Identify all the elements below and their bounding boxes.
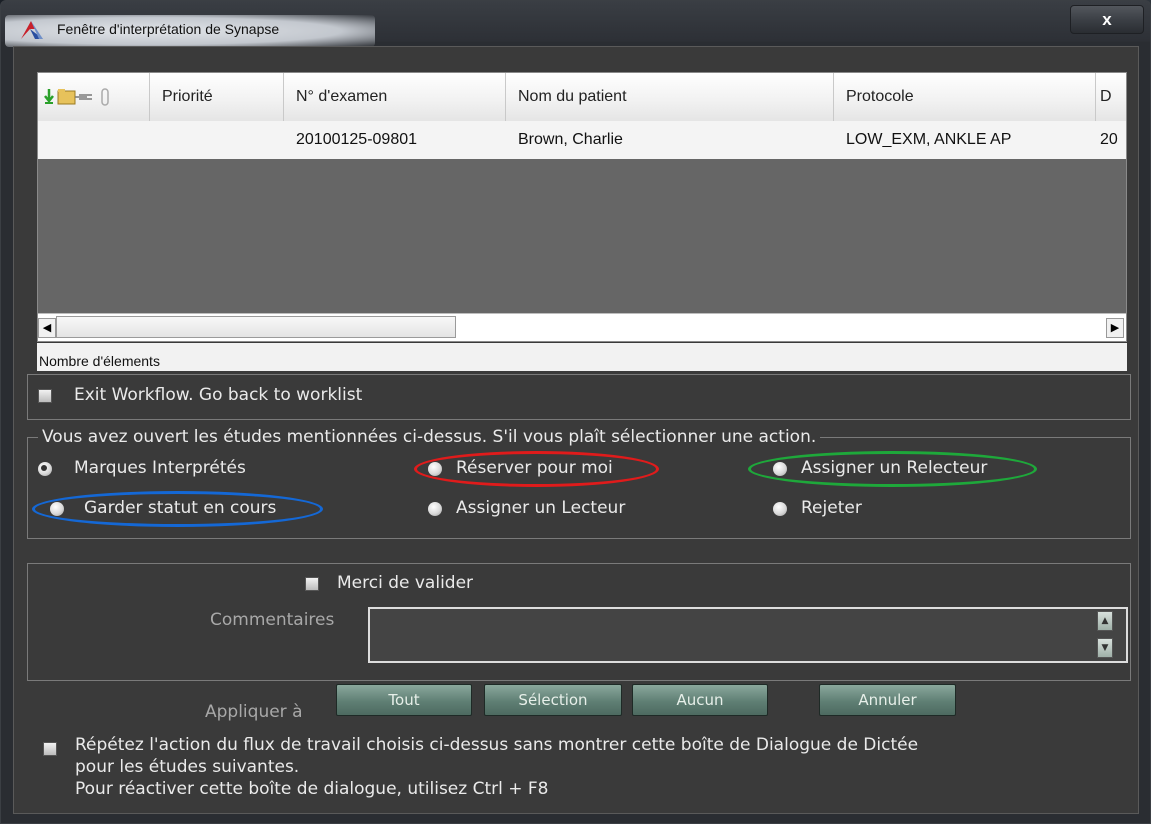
comment-textarea[interactable]	[368, 607, 1128, 663]
scrollbar-thumb[interactable]	[56, 316, 456, 338]
option-label-marques-interpretes: Marques Interprétés	[74, 458, 246, 478]
column-header-date[interactable]: D	[1096, 73, 1126, 121]
cell-protocol: LOW_EXM, ANKLE AP	[846, 131, 1012, 148]
option-label-rejeter: Rejeter	[801, 498, 862, 518]
column-header-patient-name[interactable]: Nom du patient	[506, 73, 834, 121]
option-label-assigner-lecteur: Assigner un Lecteur	[456, 498, 626, 518]
paperclip-icon	[101, 88, 109, 106]
cancel-button[interactable]: Annuler	[819, 684, 956, 716]
highlight-red-ellipse	[414, 451, 659, 487]
radio-rejeter[interactable]	[773, 502, 787, 516]
header-icons	[38, 73, 150, 121]
apply-all-button[interactable]: Tout	[336, 684, 472, 716]
apply-label: Appliquer à	[205, 702, 303, 722]
title-bar[interactable]: Fenêtre d'interprétation de Synapse x	[1, 1, 1151, 47]
cell-patient-name: Brown, Charlie	[518, 131, 623, 148]
cell-exam-number: 20100125-09801	[296, 131, 418, 148]
scroll-up-icon[interactable]: ▲	[1097, 611, 1113, 631]
scroll-left-icon[interactable]: ◀	[38, 318, 56, 338]
highlight-blue-ellipse	[32, 491, 323, 527]
scroll-right-icon[interactable]: ▶	[1106, 318, 1124, 338]
radio-assigner-lecteur[interactable]	[428, 502, 442, 516]
highlight-green-ellipse	[748, 451, 1037, 487]
column-header-priority[interactable]: Priorité	[150, 73, 284, 121]
repeat-notice-line2: pour les études suivantes.	[75, 757, 300, 777]
close-button[interactable]: x	[1070, 5, 1144, 34]
repeat-action-checkbox[interactable]	[43, 742, 57, 756]
repeat-notice-line3: Pour réactiver cette boîte de dialogue, …	[75, 779, 549, 799]
validate-label: Merci de valider	[337, 573, 474, 593]
column-header-protocol[interactable]: Protocole	[834, 73, 1096, 121]
apply-selection-button[interactable]: Sélection	[484, 684, 622, 716]
cell-priority	[150, 121, 284, 159]
folder-icon	[57, 88, 76, 105]
comment-label: Commentaires	[210, 610, 335, 630]
exit-workflow-checkbox[interactable]	[38, 389, 52, 403]
synapse-app-icon	[21, 21, 43, 39]
action-legend: Vous avez ouvert les études mentionnées …	[38, 427, 821, 447]
cell-date: 20	[1100, 131, 1118, 148]
header-icon-group	[44, 88, 109, 106]
exit-workflow-label: Exit Workflow. Go back to worklist	[74, 385, 363, 405]
table-row[interactable]: 20100125-09801 Brown, Charlie LOW_EXM, A…	[38, 121, 1126, 159]
studies-table: Priorité N° d'examen Nom du patient Prot…	[37, 72, 1127, 342]
plug-icon	[75, 93, 92, 100]
validate-checkbox[interactable]	[305, 577, 319, 591]
apply-none-button[interactable]: Aucun	[632, 684, 768, 716]
scroll-down-icon[interactable]: ▼	[1097, 638, 1113, 658]
repeat-notice-line1: Répétez l'action du flux de travail choi…	[75, 735, 919, 755]
horizontal-scrollbar[interactable]: ◀ ▶	[38, 313, 1126, 341]
column-header-exam-number[interactable]: N° d'examen	[284, 73, 506, 121]
table-header: Priorité N° d'examen Nom du patient Prot…	[38, 73, 1126, 121]
download-arrow-icon	[44, 88, 54, 104]
item-count-label: Nombre d'élements	[37, 343, 1127, 371]
window-title: Fenêtre d'interprétation de Synapse	[57, 21, 280, 37]
radio-marques-interpretes[interactable]	[38, 462, 52, 476]
